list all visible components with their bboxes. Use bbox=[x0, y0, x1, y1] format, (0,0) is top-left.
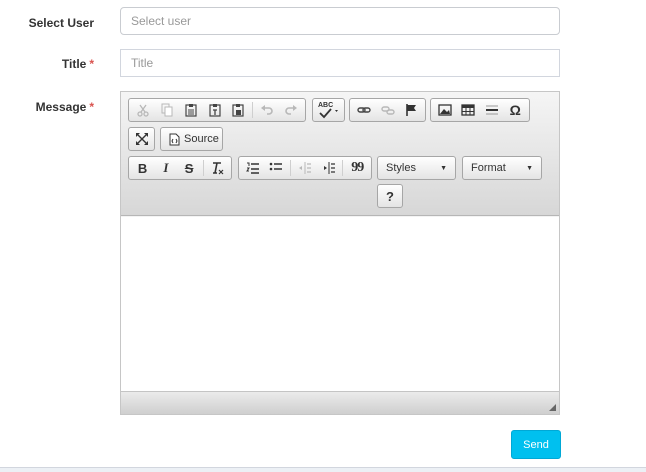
anchor-icon[interactable] bbox=[399, 100, 423, 120]
page-footer-divider bbox=[0, 467, 646, 472]
paragraph-toolbar-group: 99 bbox=[238, 156, 372, 180]
source-toolbar-group: Source bbox=[160, 127, 223, 151]
editor-content-area[interactable] bbox=[121, 217, 559, 391]
remove-format-icon[interactable] bbox=[206, 158, 229, 178]
strike-glyph: S bbox=[184, 160, 194, 176]
image-icon[interactable] bbox=[433, 100, 457, 120]
help-button[interactable]: ? bbox=[380, 186, 400, 206]
chevron-down-icon: ▼ bbox=[440, 164, 447, 172]
undo-icon[interactable] bbox=[255, 100, 279, 120]
bulleted-list-icon[interactable] bbox=[265, 158, 289, 178]
required-mark: * bbox=[89, 100, 94, 114]
send-button[interactable]: Send bbox=[511, 430, 561, 459]
redo-icon[interactable] bbox=[279, 100, 303, 120]
indent-icon[interactable] bbox=[317, 158, 341, 178]
styles-label: Styles bbox=[386, 162, 416, 174]
paste-text-icon[interactable] bbox=[203, 100, 227, 120]
editor-status-bar bbox=[121, 391, 559, 414]
resize-grip-icon[interactable] bbox=[549, 404, 556, 411]
cut-icon[interactable] bbox=[131, 100, 155, 120]
outdent-icon[interactable] bbox=[293, 158, 317, 178]
horizontal-line-icon[interactable] bbox=[480, 100, 504, 120]
message-editor: ABC Ω Source B I S 99 Styles ▼ Format ▼ … bbox=[120, 91, 560, 415]
required-mark: * bbox=[89, 57, 94, 71]
copy-icon[interactable] bbox=[155, 100, 179, 120]
toolbar-separator bbox=[252, 102, 254, 118]
message-label: Message * bbox=[35, 100, 94, 114]
basic-styles-toolbar-group: B I S bbox=[128, 156, 232, 180]
spellcheck-toolbar-group: ABC bbox=[312, 98, 345, 122]
source-icon bbox=[169, 133, 180, 145]
italic-glyph: I bbox=[163, 160, 169, 175]
format-label: Format bbox=[471, 162, 506, 174]
maximize-icon[interactable] bbox=[131, 129, 152, 149]
title-label: Title * bbox=[61, 57, 94, 71]
spellcheck-icon[interactable]: ABC bbox=[315, 100, 342, 120]
styles-dropdown[interactable]: Styles ▼ bbox=[377, 156, 456, 180]
source-button[interactable]: Source bbox=[163, 129, 225, 149]
table-icon[interactable] bbox=[457, 100, 481, 120]
select-user-input[interactable] bbox=[120, 7, 560, 35]
chevron-down-icon: ▼ bbox=[526, 164, 533, 172]
format-dropdown[interactable]: Format ▼ bbox=[462, 156, 542, 180]
special-char-glyph: Ω bbox=[509, 102, 521, 118]
toolbar-separator bbox=[202, 160, 204, 176]
strikethrough-button[interactable]: S bbox=[178, 158, 201, 178]
editor-toolbar: ABC Ω Source B I S 99 Styles ▼ Format ▼ … bbox=[121, 92, 559, 216]
blockquote-icon[interactable]: 99 bbox=[345, 158, 369, 178]
title-input[interactable] bbox=[120, 49, 560, 77]
bold-button[interactable]: B bbox=[131, 158, 154, 178]
toolbar-separator bbox=[342, 160, 344, 176]
italic-button[interactable]: I bbox=[154, 158, 177, 178]
insert-toolbar-group: Ω bbox=[430, 98, 530, 122]
select-user-label: Select User bbox=[28, 16, 94, 30]
links-toolbar-group bbox=[349, 98, 426, 122]
link-icon[interactable] bbox=[352, 100, 376, 120]
unlink-icon[interactable] bbox=[376, 100, 400, 120]
paste-icon[interactable] bbox=[179, 100, 203, 120]
toolbar-separator bbox=[290, 160, 292, 176]
about-toolbar-group: ? bbox=[377, 184, 403, 208]
help-glyph: ? bbox=[386, 188, 394, 204]
tools-toolbar-group bbox=[128, 127, 155, 151]
special-char-icon[interactable]: Ω bbox=[504, 100, 528, 120]
bold-glyph: B bbox=[137, 160, 148, 176]
source-label: Source bbox=[184, 133, 219, 145]
clipboard-toolbar-group bbox=[128, 98, 306, 122]
blockquote-glyph: 99 bbox=[351, 160, 364, 175]
paste-from-word-icon[interactable] bbox=[226, 100, 250, 120]
numbered-list-icon[interactable] bbox=[241, 158, 265, 178]
